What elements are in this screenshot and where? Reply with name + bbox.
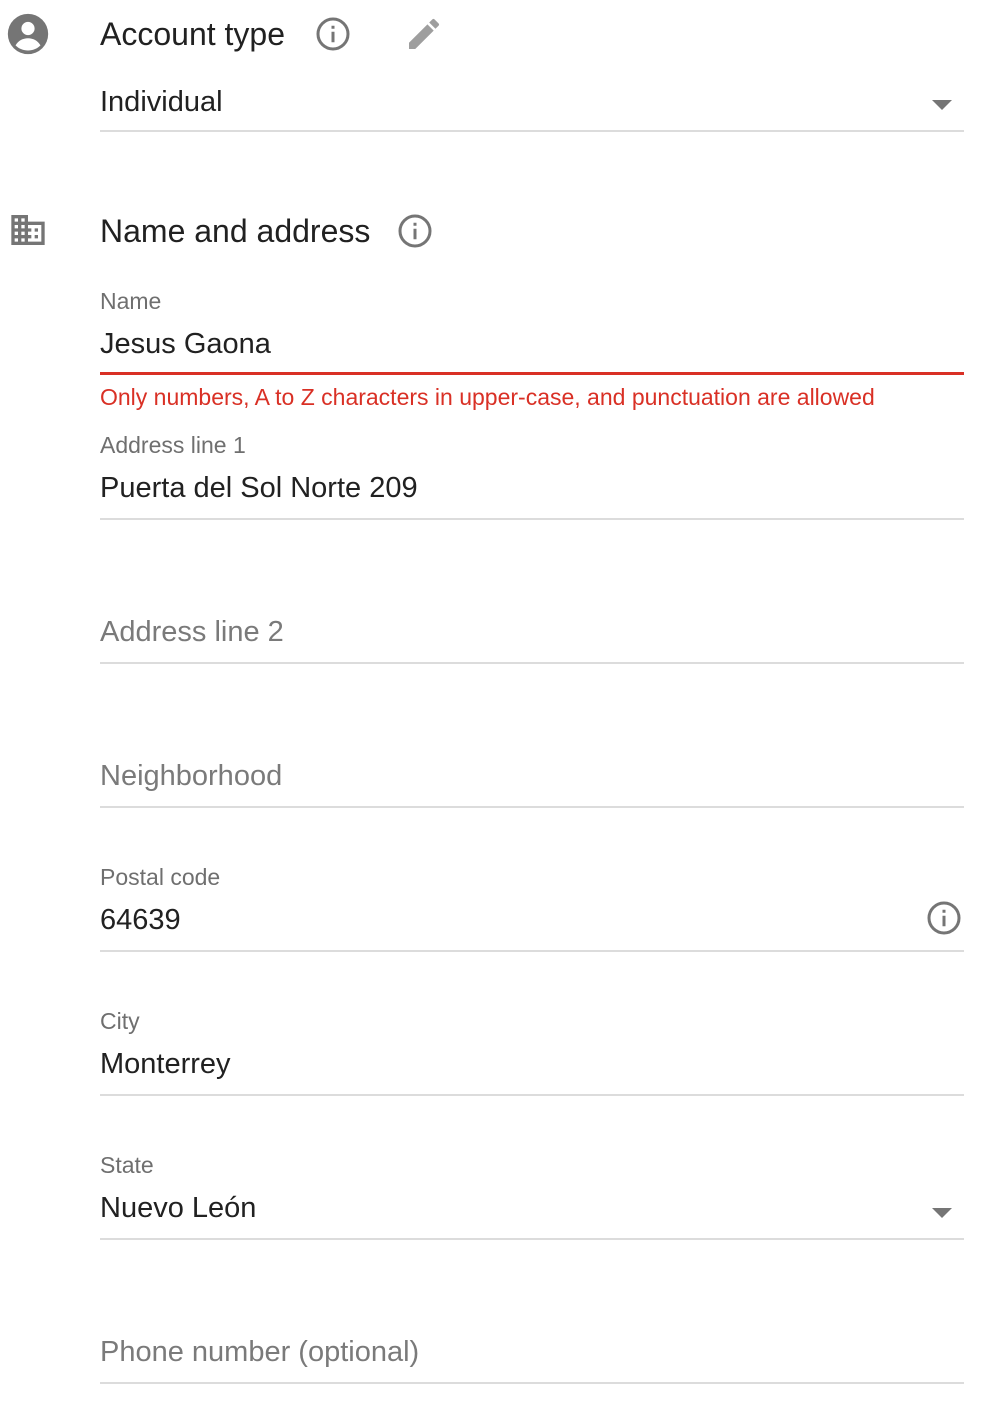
address-line-1-underline — [100, 518, 964, 520]
name-address-info-icon[interactable] — [397, 213, 433, 249]
account-type-underline — [100, 130, 964, 132]
state-underline — [100, 1238, 964, 1240]
account-type-info-icon[interactable] — [315, 16, 351, 52]
account-circle-icon — [6, 12, 50, 56]
postal-code-field[interactable]: Postal code 64639 — [100, 864, 964, 954]
postal-code-info-icon[interactable] — [926, 900, 962, 936]
account-type-select[interactable]: Individual — [100, 80, 964, 134]
city-underline — [100, 1094, 964, 1096]
name-field[interactable]: Name Jesus Gaona Only numbers, A to Z ch… — [100, 288, 964, 418]
address-line-1-field[interactable]: Address line 1 Puerta del Sol Norte 209 — [100, 432, 964, 522]
name-label: Name — [100, 288, 162, 314]
name-error-message: Only numbers, A to Z characters in upper… — [100, 384, 875, 410]
postal-code-value: 64639 — [100, 904, 181, 936]
phone-number-field[interactable]: Phone number (optional) — [100, 1296, 964, 1386]
name-value: Jesus Gaona — [100, 328, 271, 360]
neighborhood-placeholder: Neighborhood — [100, 760, 283, 792]
name-underline-error — [100, 372, 964, 375]
phone-number-underline — [100, 1382, 964, 1384]
neighborhood-underline — [100, 806, 964, 808]
state-label: State — [100, 1152, 154, 1178]
address-line-1-label: Address line 1 — [100, 432, 246, 458]
state-value: Nuevo León — [100, 1192, 257, 1224]
city-label: City — [100, 1008, 140, 1034]
phone-number-placeholder: Phone number (optional) — [100, 1336, 420, 1368]
address-line-2-underline — [100, 662, 964, 664]
state-select[interactable]: State Nuevo León — [100, 1152, 964, 1242]
postal-code-underline — [100, 950, 964, 952]
account-type-value: Individual — [100, 86, 223, 118]
chevron-down-icon — [932, 100, 952, 110]
city-field[interactable]: City Monterrey — [100, 1008, 964, 1098]
business-building-icon — [8, 210, 48, 250]
name-address-title: Name and address — [100, 213, 371, 249]
address-line-1-value: Puerta del Sol Norte 209 — [100, 472, 418, 504]
city-value: Monterrey — [100, 1048, 231, 1080]
postal-code-label: Postal code — [100, 864, 221, 890]
address-line-2-placeholder: Address line 2 — [100, 616, 284, 648]
neighborhood-field[interactable]: Neighborhood — [100, 720, 964, 810]
chevron-down-icon — [932, 1208, 952, 1218]
address-line-2-field[interactable]: Address line 2 — [100, 576, 964, 666]
edit-pencil-icon[interactable] — [404, 14, 444, 54]
account-type-title: Account type — [100, 16, 285, 52]
